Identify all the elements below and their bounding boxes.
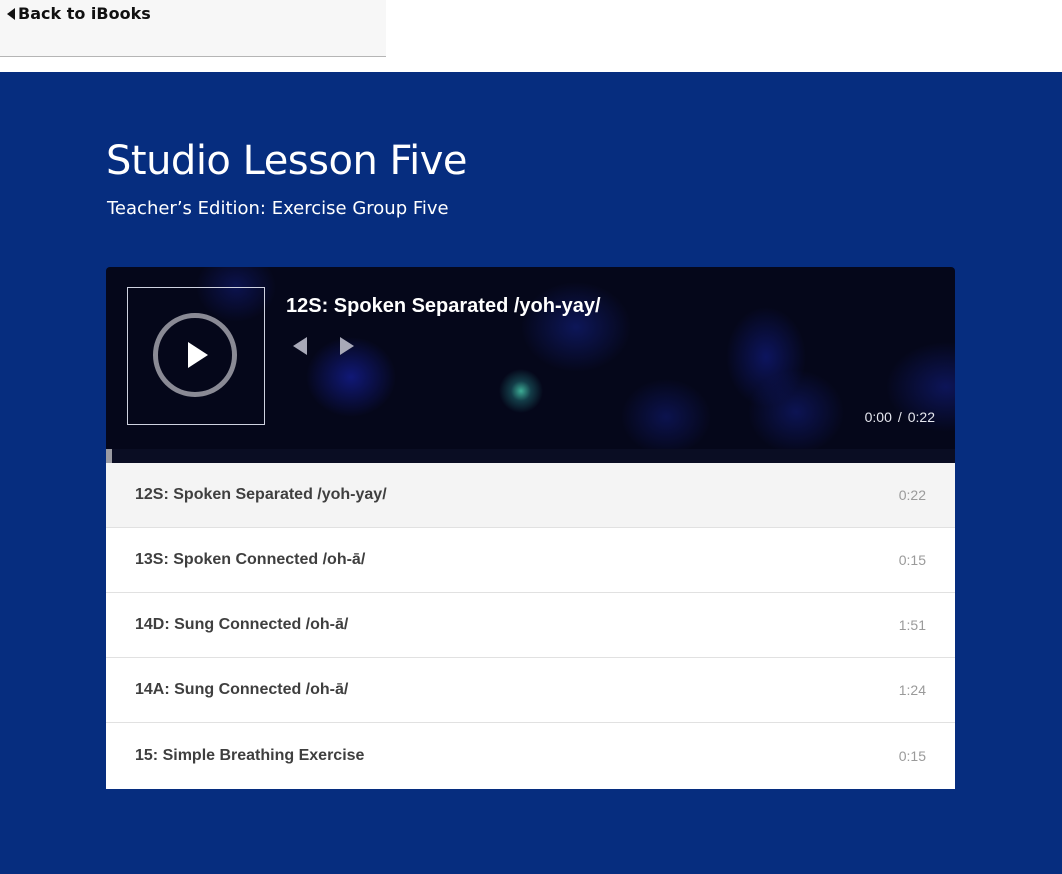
play-button[interactable]	[153, 313, 237, 397]
total-time: 0:22	[907, 409, 935, 425]
back-bar: Back to iBooks	[0, 0, 386, 57]
playlist-item-duration: 1:24	[898, 682, 926, 698]
playlist-item-title: 13S: Spoken Connected /oh-ā/	[135, 551, 366, 568]
playlist-item-title: 15: Simple Breathing Exercise	[135, 746, 365, 764]
next-track-icon	[340, 337, 354, 355]
time-separator: /	[897, 409, 902, 425]
previous-track-icon	[293, 337, 307, 355]
playlist-item[interactable]: 14A: Sung Connected /oh-ā/1:24	[106, 658, 955, 723]
page-subtitle: Teacher’s Edition: Exercise Group Five	[107, 198, 449, 219]
playlist-item-title: 14D: Sung Connected /oh-ā/	[135, 616, 349, 633]
page-title: Studio Lesson Five	[106, 138, 468, 184]
track-artwork	[127, 287, 265, 425]
current-time: 0:00	[864, 409, 892, 425]
playlist-item-duration: 0:22	[898, 487, 926, 503]
playlist-item-duration: 0:15	[898, 747, 926, 764]
current-track-title: 12S: Spoken Separated /yoh-yay/	[286, 295, 601, 317]
playlist-item[interactable]: 12S: Spoken Separated /yoh-yay/0:22	[106, 463, 955, 528]
playlist-item-duration: 1:51	[898, 617, 926, 633]
next-track-button[interactable]	[337, 335, 357, 357]
back-link-label: Back to iBooks	[18, 4, 151, 23]
top-bar: Back to iBooks	[0, 0, 1062, 72]
playlist-item[interactable]: 14D: Sung Connected /oh-ā/1:51	[106, 593, 955, 658]
playlist-item[interactable]: 13S: Spoken Connected /oh-ā/0:15	[106, 528, 955, 593]
audio-player: 12S: Spoken Separated /yoh-yay/ 0:00 / 0:2…	[106, 267, 955, 789]
progress-handle[interactable]	[106, 449, 112, 463]
caret-left-icon	[7, 7, 15, 20]
playlist-item-title: 12S: Spoken Separated /yoh-yay/	[135, 486, 387, 503]
play-icon	[188, 342, 208, 368]
time-readout: 0:00 / 0:22	[865, 409, 935, 425]
playlist-item-title: 14A: Sung Connected /oh-ā/	[135, 681, 349, 698]
back-to-ibooks-link[interactable]: Back to iBooks	[7, 4, 151, 23]
lesson-page: Studio Lesson Five Teacher’s Edition: Ex…	[0, 72, 1062, 874]
playlist-item-duration: 0:15	[898, 552, 926, 568]
playlist: 12S: Spoken Separated /yoh-yay/0:22 13S: …	[106, 463, 955, 789]
progress-bar[interactable]	[106, 449, 955, 463]
player-header: 12S: Spoken Separated /yoh-yay/ 0:00 / 0:2…	[106, 267, 955, 449]
previous-track-button[interactable]	[291, 335, 311, 357]
playlist-item[interactable]: 15: Simple Breathing Exercise 0:15	[106, 723, 955, 788]
